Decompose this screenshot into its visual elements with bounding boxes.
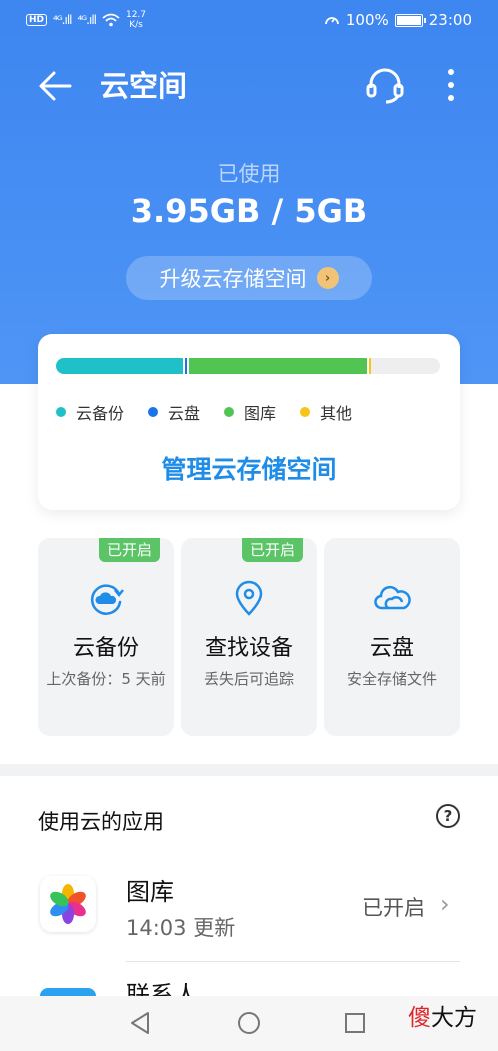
contacts-app-icon	[40, 988, 96, 996]
tile-cloud-drive[interactable]: 云盘 安全存储文件	[324, 538, 460, 736]
legend-item-2: 图库	[224, 400, 276, 424]
usage-segment-3	[367, 358, 371, 374]
back-arrow-icon[interactable]	[36, 66, 76, 106]
status-badge: 已开启	[98, 538, 160, 562]
nav-home-icon[interactable]	[234, 1008, 264, 1038]
status-bar: HD ⁴ᴳ.ıll ⁴ᴳ.ıll 12.7 K/s 100% 23:00	[0, 0, 498, 44]
storage-card: 云备份 云盘 图库 其他 管理云存储空间	[38, 334, 460, 510]
battery-percent: 100%	[345, 11, 389, 29]
signal-icon-1: ⁴ᴳ.ıll	[53, 13, 73, 27]
app-name: 联系人	[126, 981, 198, 996]
battery-fill	[396, 15, 421, 25]
clock: 23:00	[428, 11, 472, 29]
tile-find-device[interactable]: 已开启 查找设备 丢失后可追踪	[181, 538, 317, 736]
storage-legend: 云备份 云盘 图库 其他	[56, 400, 352, 424]
app-name: 图库	[126, 878, 174, 906]
used-value: 3.95GB / 5GB	[130, 192, 368, 230]
legend-label: 图库	[244, 404, 277, 423]
app-sync-status[interactable]: 已开启	[362, 892, 425, 922]
speedometer-icon	[324, 17, 339, 25]
help-icon[interactable]: ?	[436, 804, 460, 828]
battery-icon	[394, 13, 426, 27]
upgrade-storage-button[interactable]: 升级云存储空间 ›	[126, 256, 372, 300]
legend-dot	[300, 407, 311, 417]
legend-dot	[148, 407, 159, 417]
tile-description: 丢失后可追踪	[203, 670, 294, 688]
signal-icon-2: ⁴ᴳ.ıll	[77, 13, 98, 27]
tile-title: 云备份	[72, 636, 139, 661]
storage-usage-bar	[56, 358, 440, 374]
tile-description: 上次备份：5 天前	[46, 670, 166, 688]
tile-description: 安全存储文件	[346, 670, 437, 688]
page-title: 云空间	[100, 69, 188, 103]
hd-indicator: HD	[26, 14, 48, 26]
legend-dot	[224, 407, 235, 417]
legend-label: 云盘	[168, 404, 201, 423]
wifi-icon	[102, 13, 120, 27]
tile-cloud-backup[interactable]: 已开启 云备份 上次备份：5 天前	[38, 538, 174, 736]
used-label: 已使用	[217, 162, 281, 186]
speed-unit: K/s	[129, 20, 143, 30]
speed-value: 12.7	[125, 10, 147, 20]
app-updated-time: 14:03 更新	[126, 916, 236, 940]
legend-label: 云备份	[76, 404, 125, 423]
location-pin-icon	[235, 580, 263, 616]
tile-title: 云盘	[369, 636, 414, 661]
manage-storage-button[interactable]: 管理云存储空间	[38, 450, 460, 486]
legend-item-1: 云盘	[148, 400, 200, 424]
usage-segment-0	[56, 358, 183, 374]
customer-service-icon[interactable]	[364, 64, 406, 106]
legend-label: 其他	[320, 404, 353, 423]
usage-segment-2	[186, 358, 368, 374]
row-divider	[126, 961, 460, 962]
section-divider	[0, 764, 498, 776]
chevron-right-icon: ›	[316, 267, 339, 289]
legend-dot	[56, 407, 66, 417]
tile-title: 查找设备	[204, 636, 293, 661]
apps-section: 使用云的应用 ? 图库 14:03 更新 已开启 › 联系人	[0, 776, 498, 996]
watermark: 傻大方	[408, 998, 477, 1032]
chevron-right-icon[interactable]: ›	[440, 890, 450, 918]
watermark-red-char: 傻	[408, 1005, 431, 1031]
gallery-app-icon	[40, 876, 96, 932]
legend-item-0: 云备份	[56, 400, 124, 424]
status-badge: 已开启	[241, 538, 303, 562]
more-options-icon[interactable]	[436, 64, 466, 106]
network-speed: 12.7 K/s	[126, 10, 146, 30]
legend-item-3: 其他	[300, 400, 352, 424]
upgrade-storage-label: 升级云存储空间	[159, 267, 307, 291]
nav-recents-icon[interactable]	[340, 1008, 370, 1038]
cloud-icon	[374, 585, 411, 610]
nav-back-icon[interactable]	[126, 1008, 156, 1038]
watermark-text: 大方	[431, 1005, 477, 1031]
apps-section-title: 使用云的应用	[38, 810, 164, 834]
cloud-backup-icon	[91, 584, 124, 615]
